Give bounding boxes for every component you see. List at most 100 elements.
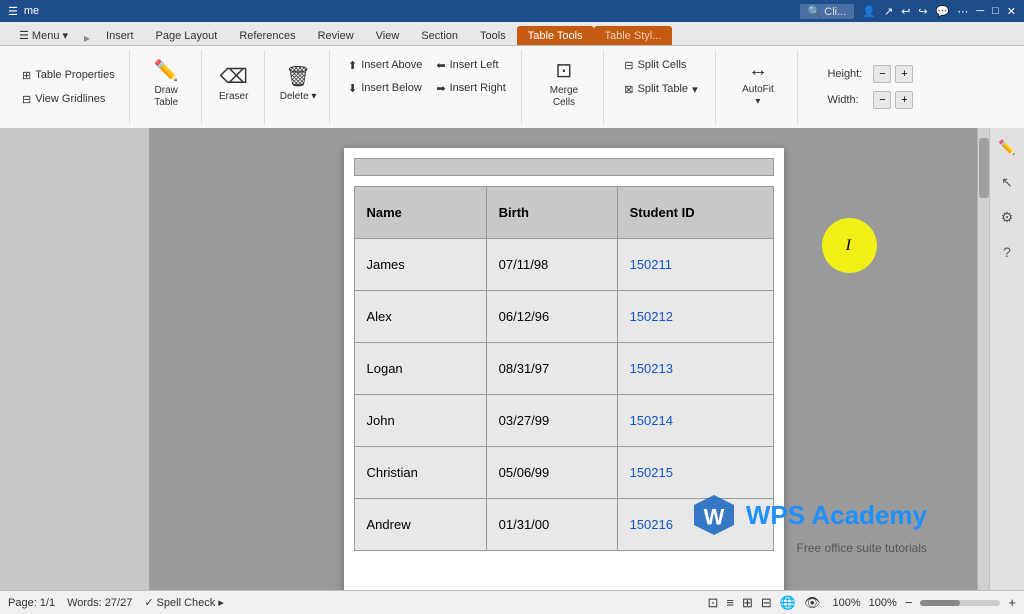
width-plus-button[interactable]: + bbox=[895, 91, 913, 109]
ribbon-group-dimensions: Height: − + Width: − + bbox=[800, 50, 940, 124]
wps-subtitle-label: Free office suite tutorials bbox=[796, 541, 927, 555]
split-buttons: ⊟ Split Cells ⊠ Split Table ▾ bbox=[618, 54, 703, 100]
col-header-birth: Birth bbox=[486, 187, 617, 239]
language-icon[interactable]: 🌐 bbox=[780, 595, 796, 611]
view-icon[interactable]: 👁 bbox=[804, 595, 821, 611]
doc-page[interactable]: Name Birth Student ID James07/11/9815021… bbox=[150, 128, 977, 590]
pointer-icon[interactable]: ↖ bbox=[998, 171, 1016, 194]
settings-icon[interactable]: ⚙ bbox=[998, 206, 1017, 229]
tab-table-tools[interactable]: Table Tools bbox=[517, 26, 594, 45]
merge-cells-icon: ⊡ bbox=[556, 58, 573, 83]
vertical-scrollbar[interactable] bbox=[977, 128, 989, 590]
maximize-button[interactable]: □ bbox=[992, 5, 999, 17]
split-table-button[interactable]: ⊠ Split Table ▾ bbox=[618, 78, 703, 100]
scroll-thumb[interactable] bbox=[979, 138, 989, 198]
insert-above-icon: ⬆ bbox=[348, 59, 357, 72]
width-minus-button[interactable]: − bbox=[873, 91, 891, 109]
ribbon-group-table-props: ⊞ Table Properties ⊟ View Gridlines bbox=[8, 50, 130, 124]
tab-insert[interactable]: Insert bbox=[95, 26, 145, 45]
width-label: Width: bbox=[827, 94, 869, 106]
cell-id: 150213 bbox=[617, 343, 773, 395]
tab-section[interactable]: Section bbox=[410, 26, 469, 45]
tab-tools[interactable]: Tools bbox=[469, 26, 517, 45]
height-minus-button[interactable]: − bbox=[873, 65, 891, 83]
layout-icon-3[interactable]: ⊞ bbox=[742, 595, 753, 611]
table-header-bar bbox=[354, 158, 774, 176]
svg-text:W: W bbox=[704, 505, 725, 530]
zoom-level: 100% bbox=[833, 597, 861, 609]
tab-page-layout[interactable]: Page Layout bbox=[145, 26, 229, 45]
zoom-slider[interactable] bbox=[920, 600, 1000, 606]
zoom-in-icon[interactable]: + bbox=[1008, 595, 1016, 610]
wps-academy-label: WPS Academy bbox=[746, 500, 927, 531]
edit-icon[interactable]: ✏️ bbox=[995, 136, 1018, 159]
ribbon-group-delete: 🗑 Delete ▾ bbox=[267, 50, 331, 124]
close-button[interactable]: ✕ bbox=[1007, 5, 1016, 18]
split-cells-icon: ⊟ bbox=[624, 59, 633, 72]
insert-right-icon: ➡ bbox=[436, 82, 445, 95]
cell-birth: 03/27/99 bbox=[486, 395, 617, 447]
eraser-label: Eraser bbox=[219, 91, 248, 103]
layout-icon-1[interactable]: ⊡ bbox=[708, 595, 719, 611]
document-area: Name Birth Student ID James07/11/9815021… bbox=[0, 128, 1024, 590]
redo-icon[interactable]: ↪ bbox=[918, 5, 927, 18]
filename-label: me bbox=[24, 5, 39, 17]
table-properties-button[interactable]: ⊞ Table Properties bbox=[16, 64, 121, 86]
insert-column2: ⬅ Insert Left ➡ Insert Right bbox=[430, 54, 511, 99]
height-control: Height: − + bbox=[827, 63, 913, 85]
search-box[interactable]: 🔍 Cli... bbox=[800, 4, 855, 19]
insert-column: ⬆ Insert Above ⬇ Insert Below bbox=[342, 54, 428, 99]
more-icon[interactable]: ⋯ bbox=[957, 5, 968, 18]
zoom-value: 100% bbox=[869, 597, 897, 609]
spell-check-button[interactable]: ✓ Spell Check ▸ bbox=[144, 596, 223, 609]
ribbon-group-split: ⊟ Split Cells ⊠ Split Table ▾ bbox=[606, 50, 716, 124]
title-bar-left: ☰ me bbox=[8, 5, 39, 18]
cell-id: 150212 bbox=[617, 291, 773, 343]
eraser-button[interactable]: ⌫ Eraser bbox=[212, 54, 256, 112]
title-bar-right: 🔍 Cli... 👤 ↗ ↩ ↪ 💬 ⋯ ─ □ ✕ bbox=[800, 4, 1017, 19]
insert-below-button[interactable]: ⬇ Insert Below bbox=[342, 77, 428, 99]
table-row: James07/11/98150211 bbox=[354, 239, 773, 291]
eraser-icon: ⌫ bbox=[220, 64, 248, 89]
layout-icon-2[interactable]: ≡ bbox=[726, 595, 734, 610]
title-bar: ☰ me 🔍 Cli... 👤 ↗ ↩ ↪ 💬 ⋯ ─ □ ✕ bbox=[0, 0, 1024, 22]
cell-id: 150211 bbox=[617, 239, 773, 291]
tab-view[interactable]: View bbox=[365, 26, 411, 45]
undo-icon[interactable]: ↩ bbox=[901, 5, 910, 18]
split-table-arrow: ▾ bbox=[692, 83, 698, 96]
tab-table-style[interactable]: Table Styl... bbox=[594, 26, 673, 45]
insert-left-button[interactable]: ⬅ Insert Left bbox=[430, 54, 511, 76]
word-count: Words: 27/27 bbox=[67, 597, 132, 609]
insert-above-button[interactable]: ⬆ Insert Above bbox=[342, 54, 428, 76]
left-sidebar bbox=[0, 128, 150, 590]
insert-right-button[interactable]: ➡ Insert Right bbox=[430, 77, 511, 99]
cell-name: Andrew bbox=[354, 499, 486, 551]
account-icon[interactable]: 👤 bbox=[862, 5, 876, 18]
view-gridlines-button[interactable]: ⊟ View Gridlines bbox=[16, 88, 111, 110]
cell-birth: 08/31/97 bbox=[486, 343, 617, 395]
merge-cells-button[interactable]: ⊡ Merge Cells bbox=[538, 54, 590, 112]
col-header-id: Student ID bbox=[617, 187, 773, 239]
minimize-button[interactable]: ─ bbox=[976, 5, 984, 17]
autofit-icon: ↔ bbox=[748, 59, 768, 82]
delete-label: Delete ▾ bbox=[280, 91, 317, 103]
autofit-arrow: ▾ bbox=[755, 96, 760, 107]
layout-icon-4[interactable]: ⊟ bbox=[761, 595, 772, 611]
zoom-out-icon[interactable]: − bbox=[905, 595, 913, 610]
cell-name: Logan bbox=[354, 343, 486, 395]
help-icon[interactable]: ? bbox=[1000, 241, 1014, 263]
app-menu-icon[interactable]: ☰ bbox=[8, 5, 18, 18]
draw-table-button[interactable]: ✏️ DrawTable bbox=[144, 54, 188, 112]
share-icon[interactable]: ↗ bbox=[884, 5, 893, 18]
delete-button[interactable]: 🗑 Delete ▾ bbox=[275, 54, 322, 112]
tab-menu[interactable]: ☰ Menu ▾ bbox=[8, 25, 79, 45]
draw-table-icon: ✏️ bbox=[154, 58, 179, 83]
autofit-button[interactable]: ↔ AutoFit ▾ bbox=[736, 54, 780, 112]
split-cells-button[interactable]: ⊟ Split Cells bbox=[618, 54, 703, 76]
table-row: Logan08/31/97150213 bbox=[354, 343, 773, 395]
spell-check-arrow: ▸ bbox=[218, 596, 224, 609]
comment-icon[interactable]: 💬 bbox=[936, 5, 950, 18]
tab-references[interactable]: References bbox=[228, 26, 306, 45]
height-plus-button[interactable]: + bbox=[895, 65, 913, 83]
tab-review[interactable]: Review bbox=[307, 26, 365, 45]
